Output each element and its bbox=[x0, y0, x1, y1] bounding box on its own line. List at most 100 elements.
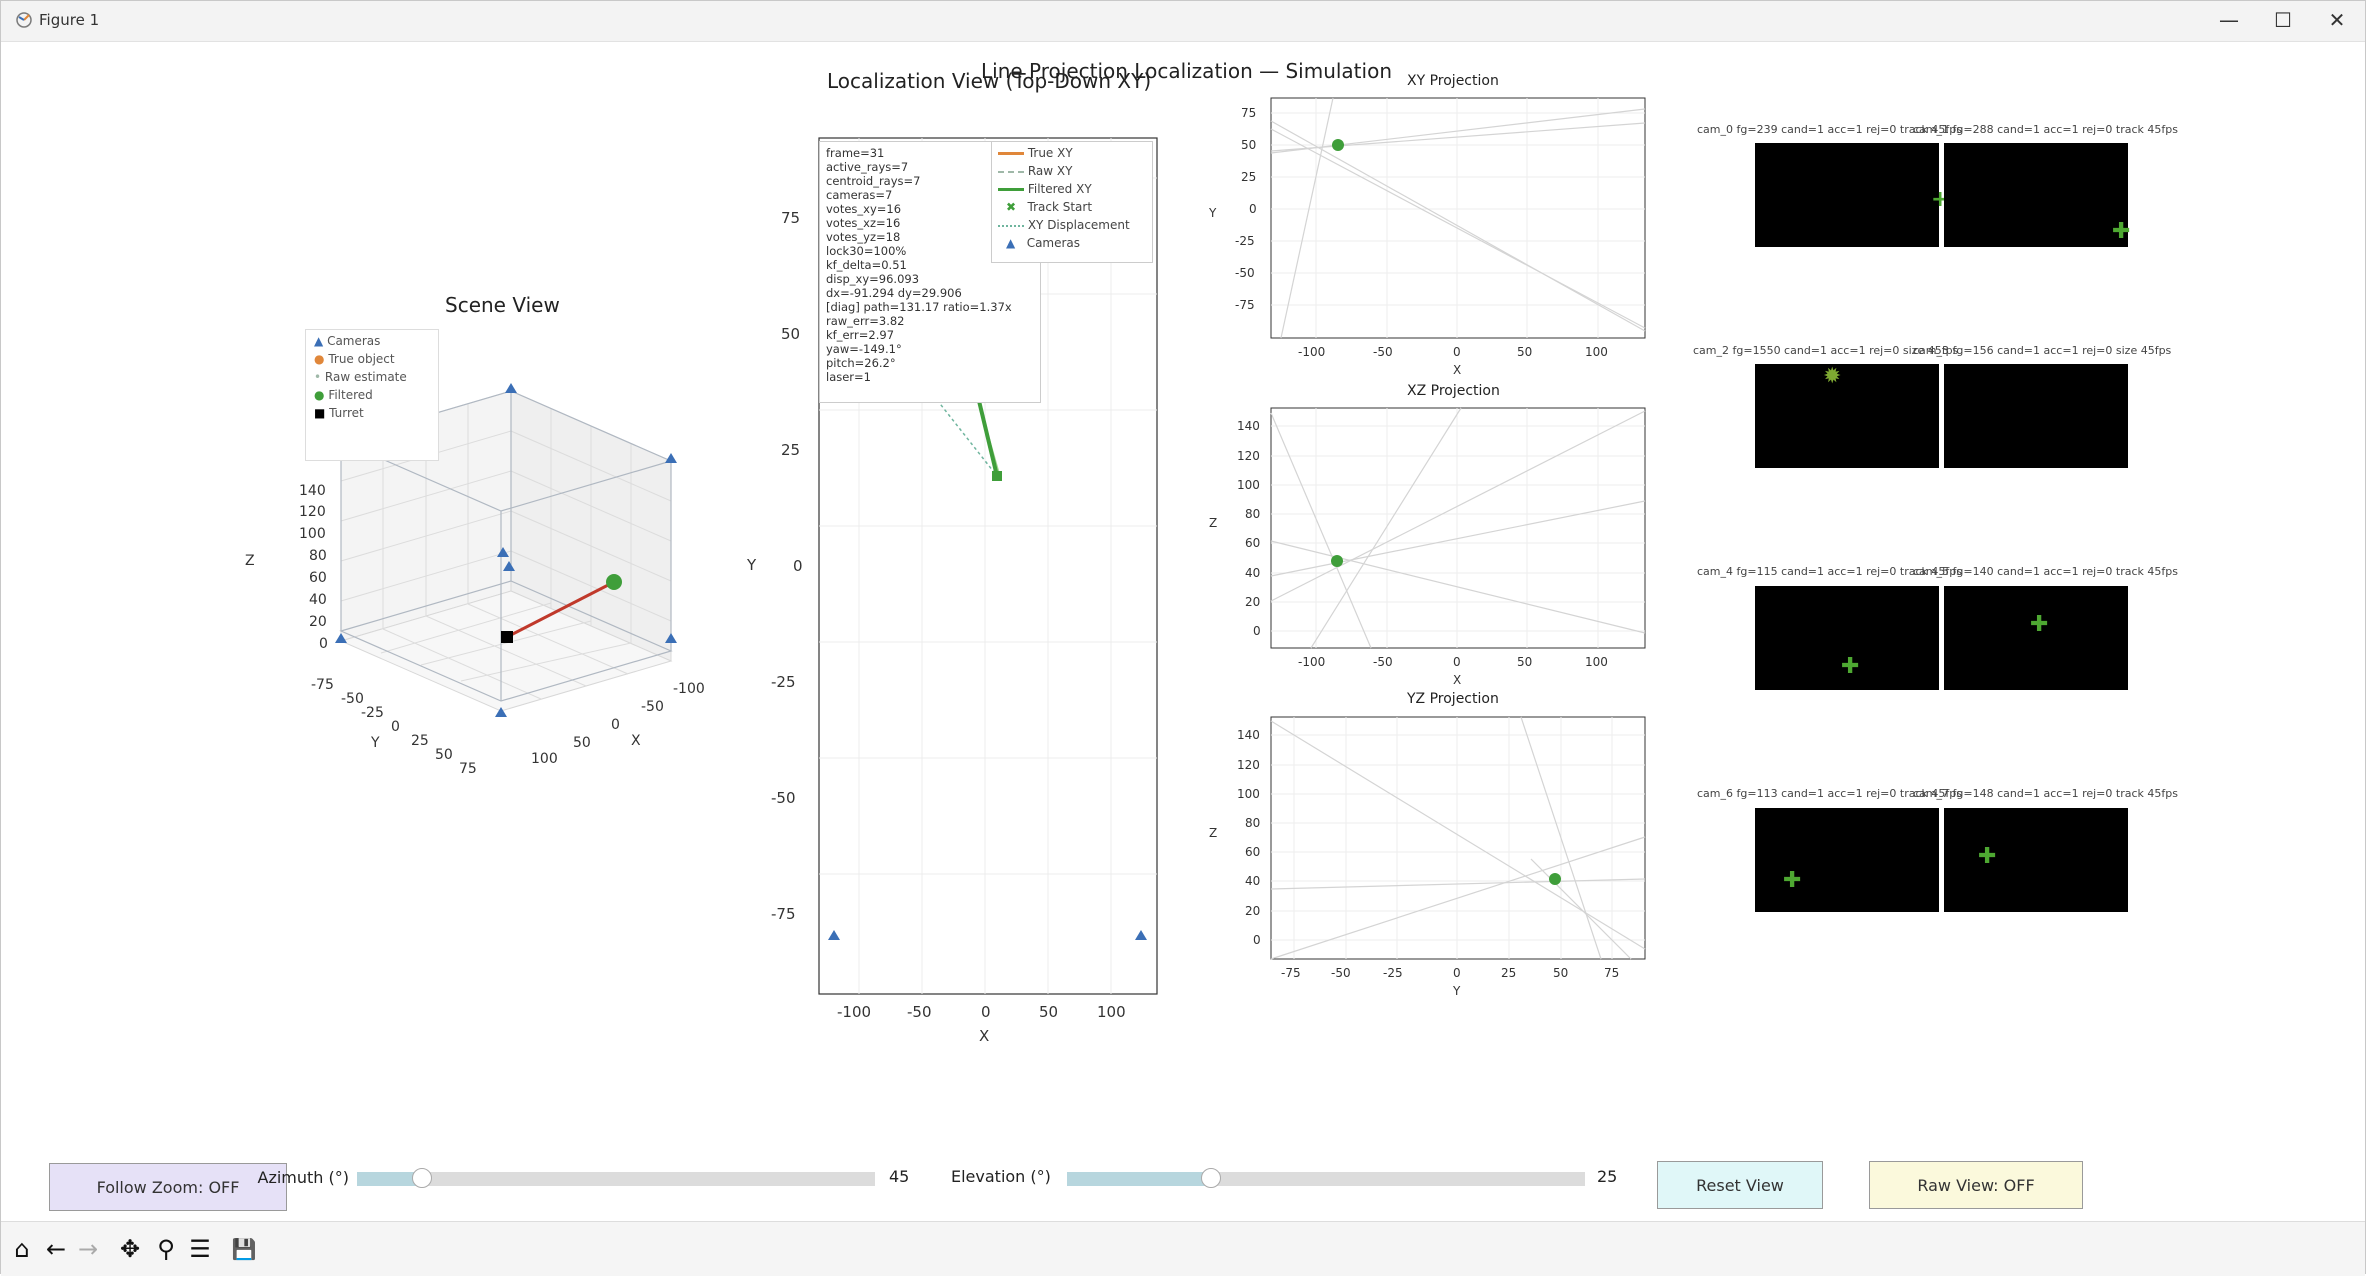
elevation-slider-handle[interactable] bbox=[1201, 1168, 1221, 1188]
y-tick: 25 bbox=[781, 441, 800, 459]
x-tick: 100 bbox=[1097, 1003, 1126, 1021]
pan-icon[interactable]: ✥ bbox=[115, 1234, 145, 1264]
z-tick: 20 bbox=[309, 614, 327, 630]
y-axis-label: Y bbox=[370, 735, 380, 751]
y-axis-label: Y bbox=[1208, 206, 1217, 220]
z-tick: 140 bbox=[299, 483, 326, 499]
yz-projection-title: YZ Projection bbox=[1407, 691, 1499, 707]
camera-feed[interactable]: ✹ bbox=[1755, 364, 1939, 468]
z-tick: 0 bbox=[1253, 933, 1261, 947]
y-tick: 0 bbox=[391, 719, 400, 735]
azimuth-slider-handle[interactable] bbox=[411, 1168, 432, 1188]
xz-projection-title: XZ Projection bbox=[1407, 383, 1500, 399]
xy-estimate-point bbox=[1332, 139, 1344, 151]
legend-cameras: Cameras bbox=[1026, 236, 1081, 250]
elevation-slider-fill bbox=[1067, 1172, 1211, 1186]
y-tick: 25 bbox=[1241, 170, 1256, 184]
camera-feed[interactable]: + bbox=[1755, 143, 1949, 247]
y-tick: -75 bbox=[771, 905, 796, 923]
z-tick: 0 bbox=[1253, 624, 1261, 638]
elevation-value: 25 bbox=[1597, 1167, 1618, 1186]
z-tick: 60 bbox=[309, 570, 327, 586]
z-tick: 100 bbox=[1237, 787, 1260, 801]
z-tick: 100 bbox=[299, 526, 326, 542]
y-tick: -25 bbox=[771, 673, 796, 691]
x-tick: -100 bbox=[1298, 655, 1325, 669]
camera-feed[interactable]: ✚ bbox=[1755, 586, 1939, 690]
z-tick: 80 bbox=[309, 548, 327, 564]
raw-view-button[interactable]: Raw View: OFF bbox=[1869, 1161, 2083, 1209]
legend-xy-displacement: XY Displacement bbox=[1027, 218, 1130, 232]
x-tick: 0 bbox=[981, 1003, 991, 1021]
z-tick: 60 bbox=[1245, 536, 1260, 550]
yz-projection-axes[interactable]: 140 120 100 80 60 40 20 0 Z -75 -50 -25 … bbox=[1191, 709, 1651, 1019]
info-line: dx=-91.294 dy=29.906 bbox=[826, 286, 962, 300]
xy-projection-title: XY Projection bbox=[1407, 73, 1499, 89]
scene-legend: ▲ Cameras ● True object • Raw estimate ●… bbox=[305, 329, 439, 461]
z-tick: 120 bbox=[1237, 758, 1260, 772]
y-tick: 0 bbox=[1453, 966, 1461, 980]
y-tick: 50 bbox=[1241, 138, 1256, 152]
legend-track-start: Track Start bbox=[1027, 200, 1093, 214]
z-tick: 40 bbox=[309, 592, 327, 608]
x-tick: 100 bbox=[1585, 655, 1608, 669]
camera-feed[interactable] bbox=[1944, 364, 2128, 468]
legend-cameras: Cameras bbox=[327, 334, 381, 348]
z-tick: 40 bbox=[1245, 874, 1260, 888]
turret-marker bbox=[501, 631, 513, 643]
z-axis-label: Z bbox=[245, 553, 255, 569]
y-axis-label: Y bbox=[1452, 984, 1461, 998]
zoom-icon[interactable]: ⚲ bbox=[151, 1234, 181, 1264]
legend-filtered: Filtered bbox=[328, 388, 373, 402]
camera-feed[interactable]: ✚ bbox=[1755, 808, 1939, 912]
y-tick: 50 bbox=[435, 747, 453, 763]
z-tick: 40 bbox=[1245, 566, 1260, 580]
forward-icon[interactable]: → bbox=[73, 1234, 103, 1264]
z-axis-label: Z bbox=[1209, 826, 1217, 840]
y-tick: 75 bbox=[1241, 106, 1256, 120]
legend-raw-xy: Raw XY bbox=[1027, 164, 1073, 178]
reset-view-button[interactable]: Reset View bbox=[1657, 1161, 1823, 1209]
y-tick: 25 bbox=[411, 733, 429, 749]
filtered-xy-point bbox=[992, 471, 1002, 481]
scene-title: Scene View bbox=[445, 293, 560, 317]
title-bar: Figure 1 — ☐ ✕ bbox=[1, 1, 2365, 42]
x-tick: -100 bbox=[837, 1003, 871, 1021]
home-icon[interactable]: ⌂ bbox=[7, 1234, 37, 1264]
x-tick: 50 bbox=[1517, 345, 1532, 359]
configure-subplots-icon[interactable]: ☰ bbox=[185, 1234, 215, 1264]
z-tick: 0 bbox=[319, 636, 328, 652]
x-axis-label: X bbox=[631, 733, 641, 749]
close-button[interactable]: ✕ bbox=[2311, 1, 2363, 41]
camera-feed[interactable]: ✚ bbox=[1944, 808, 2128, 912]
z-tick: 80 bbox=[1245, 816, 1260, 830]
y-tick: 0 bbox=[1249, 202, 1257, 216]
info-line: pitch=26.2° bbox=[826, 356, 896, 370]
camera-feed[interactable]: ✚ bbox=[1944, 143, 2130, 247]
camera-label: cam_3 fg=156 cand=1 acc=1 rej=0 size 45f… bbox=[1913, 344, 2172, 357]
back-icon[interactable]: ← bbox=[41, 1234, 71, 1264]
camera-feed[interactable]: ✚ bbox=[1944, 586, 2128, 690]
y-tick: 0 bbox=[793, 557, 803, 575]
minimize-button[interactable]: — bbox=[2203, 1, 2255, 41]
y-tick: 75 bbox=[459, 761, 477, 777]
x-tick: 100 bbox=[1585, 345, 1608, 359]
save-icon[interactable]: 💾 bbox=[229, 1234, 259, 1264]
elevation-slider[interactable] bbox=[1067, 1168, 1585, 1188]
x-tick: -100 bbox=[673, 681, 705, 697]
x-tick: 0 bbox=[611, 717, 620, 733]
legend-true-xy: True XY bbox=[1027, 146, 1073, 160]
z-tick: 60 bbox=[1245, 845, 1260, 859]
xz-projection-axes[interactable]: 140 120 100 80 60 40 20 0 Z -100 -50 0 5… bbox=[1191, 401, 1651, 701]
info-line: [diag] path=131.17 ratio=1.37x bbox=[826, 300, 1012, 314]
azimuth-label: Azimuth (°) bbox=[257, 1168, 350, 1187]
legend-filtered-xy: Filtered XY bbox=[1027, 182, 1092, 196]
figure-canvas[interactable]: Line Projection Localization — Simulatio… bbox=[1, 41, 2366, 1221]
xy-projection-axes[interactable]: 75 50 25 0 -25 -50 -75 Y -100 -50 0 50 1… bbox=[1191, 91, 1651, 391]
z-tick: 120 bbox=[1237, 449, 1260, 463]
x-tick: -50 bbox=[641, 699, 664, 715]
maximize-button[interactable]: ☐ bbox=[2257, 1, 2309, 41]
y-tick: -50 bbox=[1235, 266, 1255, 280]
azimuth-slider[interactable] bbox=[357, 1168, 875, 1188]
filtered-marker bbox=[606, 574, 622, 590]
